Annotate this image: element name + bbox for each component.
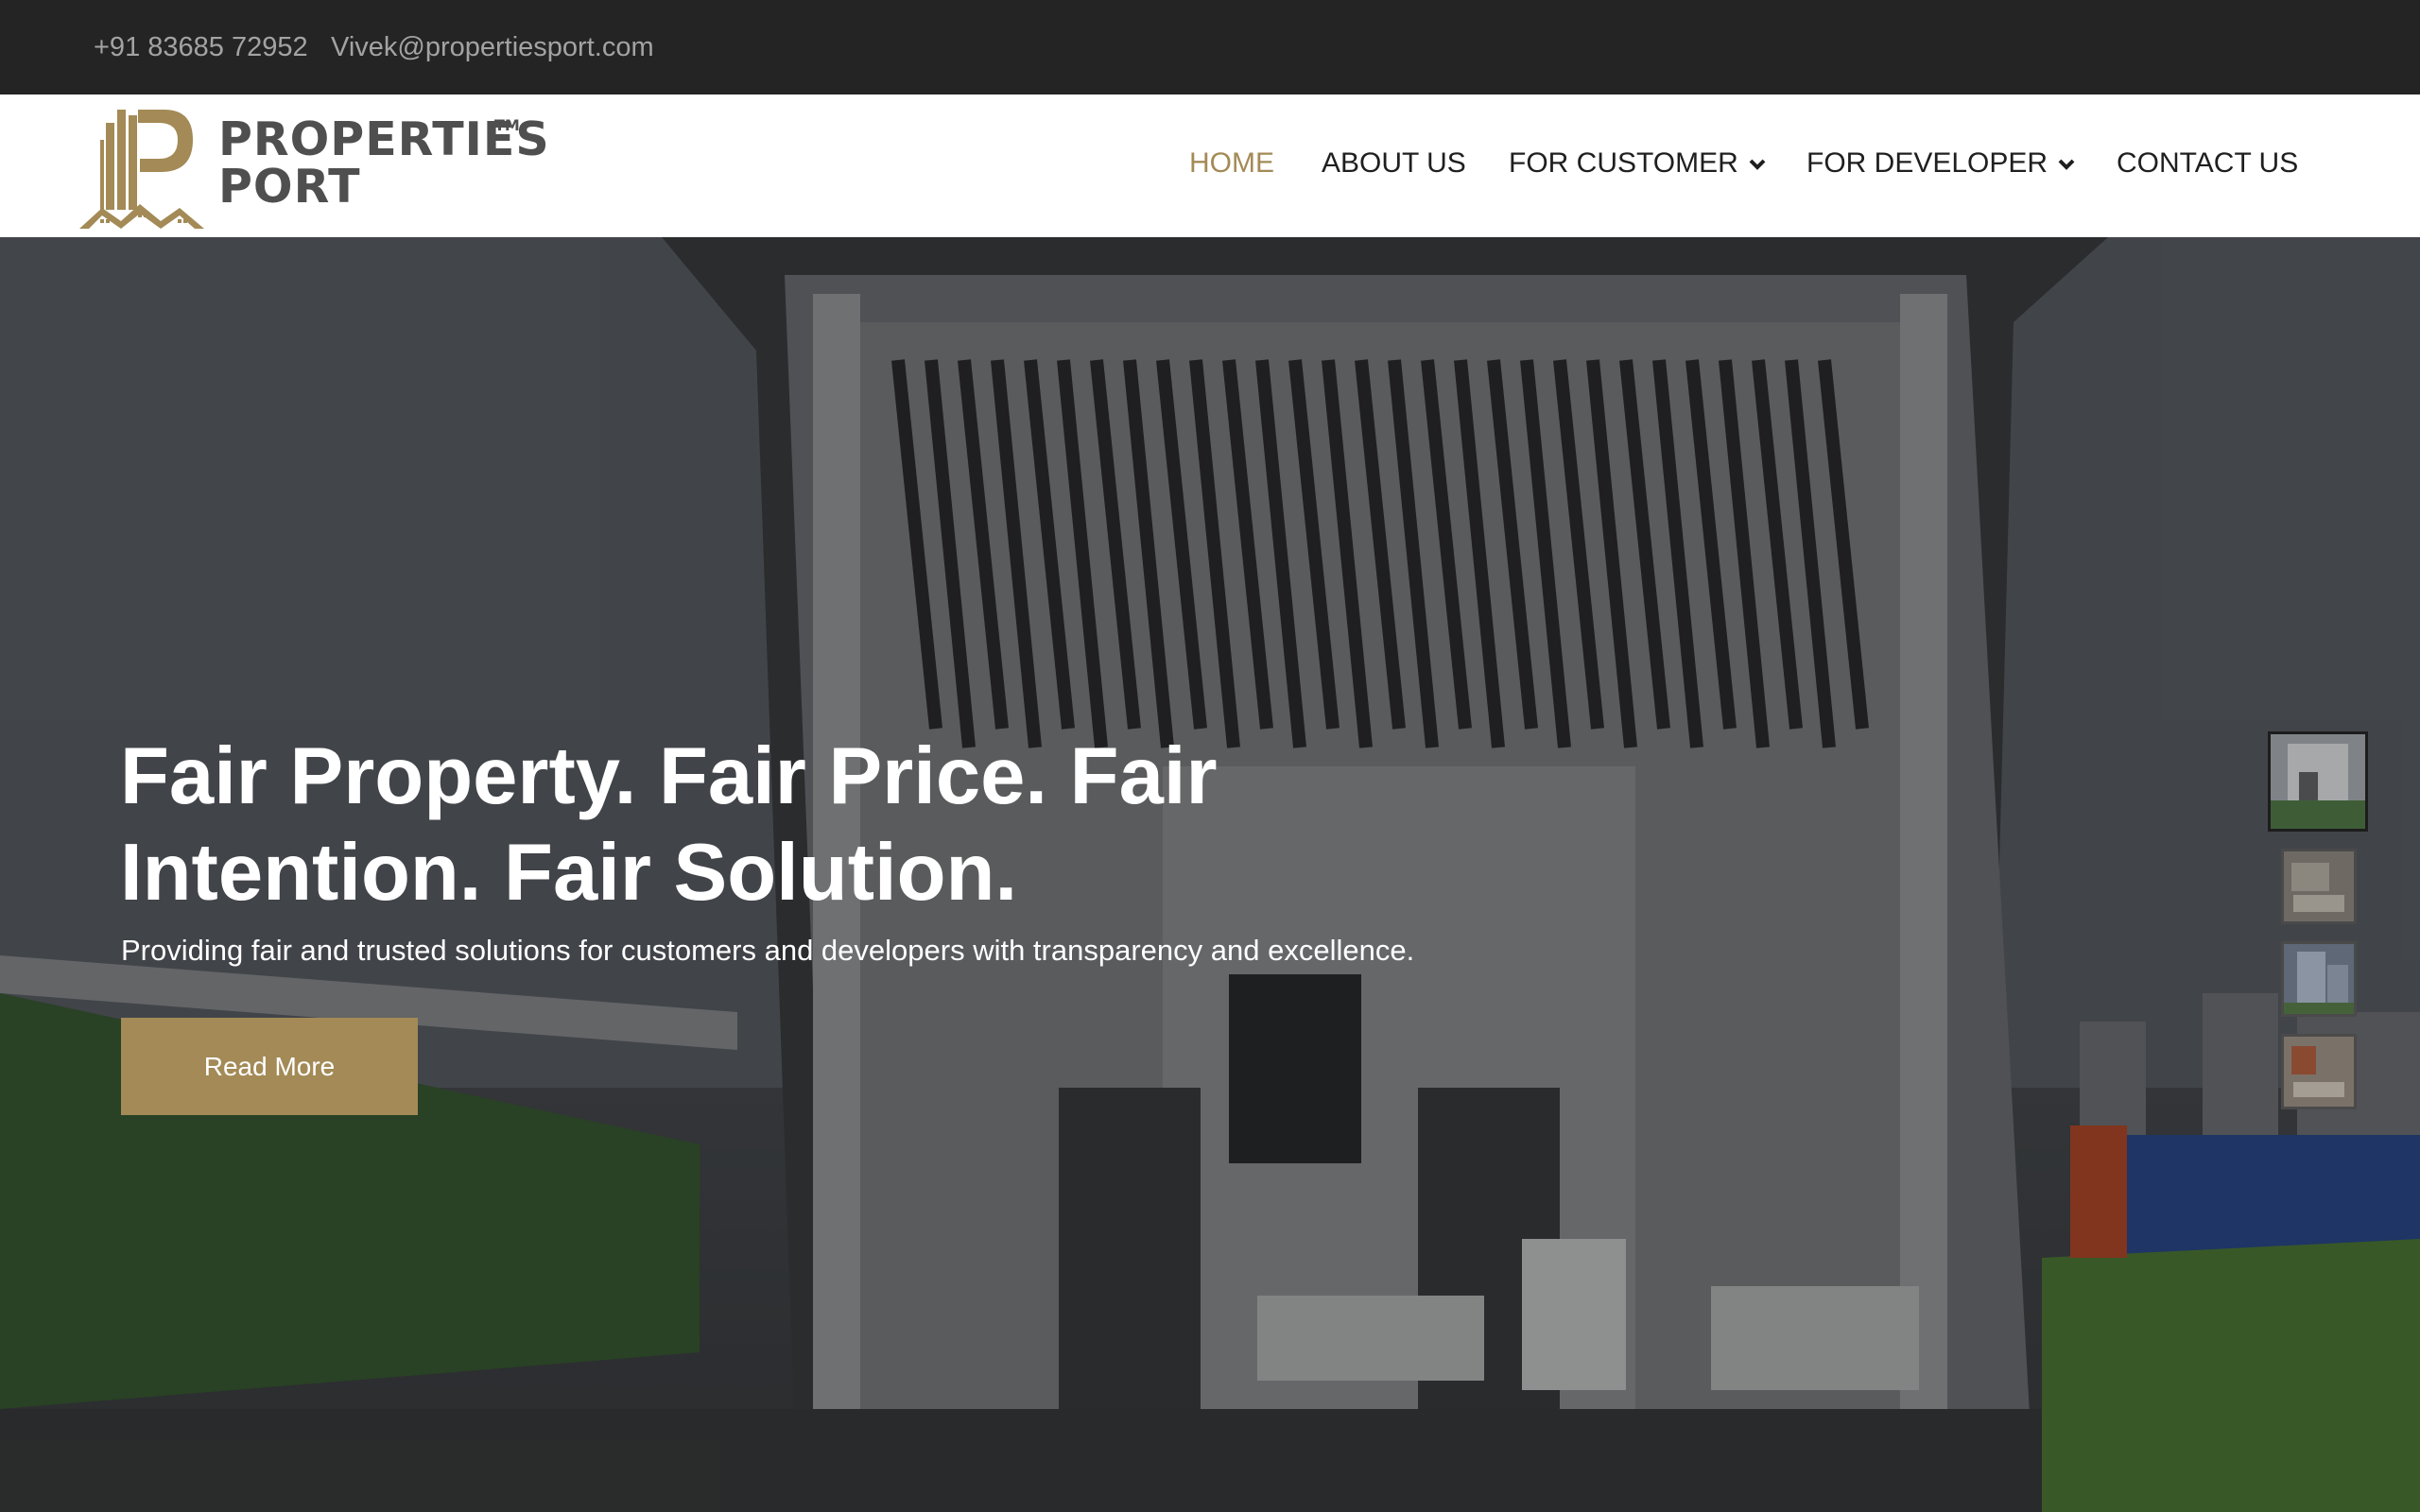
living-room-thumbnail[interactable]	[2281, 1034, 2357, 1109]
hero-subtitle: Providing fair and trusted solutions for…	[121, 934, 1415, 967]
brand-wordmark[interactable]: PROPERTIES TM PORT	[218, 116, 550, 211]
nav-item-for-developer[interactable]: FOR DEVELOPER	[1806, 147, 2076, 180]
chevron-down-icon	[1749, 159, 1766, 170]
email-link[interactable]: Vivek@propertiesport.com	[331, 32, 654, 63]
chevron-down-icon	[2058, 159, 2075, 170]
hero-title: Fair Property. Fair Price. Fair Intentio…	[120, 731, 1218, 918]
nav-item-for-customer[interactable]: FOR CUSTOMER	[1509, 147, 1767, 180]
read-more-button[interactable]: Read More	[121, 1018, 418, 1115]
top-contact-bar: +91 83685 72952 Vivek@propertiesport.com	[0, 0, 2420, 94]
building-p-logo-icon[interactable]	[79, 102, 212, 231]
nav-item-home[interactable]: HOME	[1189, 147, 1274, 180]
nav-item-about-us[interactable]: ABOUT US	[1322, 147, 1466, 180]
interior-room-thumbnail[interactable]	[2281, 849, 2357, 924]
nav-item-for-developer-label: FOR DEVELOPER	[1806, 147, 2048, 179]
glass-building-thumbnail[interactable]	[2268, 731, 2368, 832]
hero-slider: Fair Property. Fair Price. Fair Intentio…	[0, 237, 2420, 1512]
phone-number-link[interactable]: +91 83685 72952	[94, 32, 308, 63]
nav-item-for-customer-label: FOR CUSTOMER	[1509, 147, 1738, 179]
brand-line-2: PORT	[218, 160, 361, 214]
site-header: PROPERTIES TM PORT HOME ABOUT US FOR CUS…	[0, 94, 2420, 237]
trademark-mark: TM	[494, 116, 520, 134]
apartment-tower-thumbnail[interactable]	[2281, 941, 2357, 1017]
nav-item-contact-us[interactable]: CONTACT US	[2117, 147, 2298, 180]
